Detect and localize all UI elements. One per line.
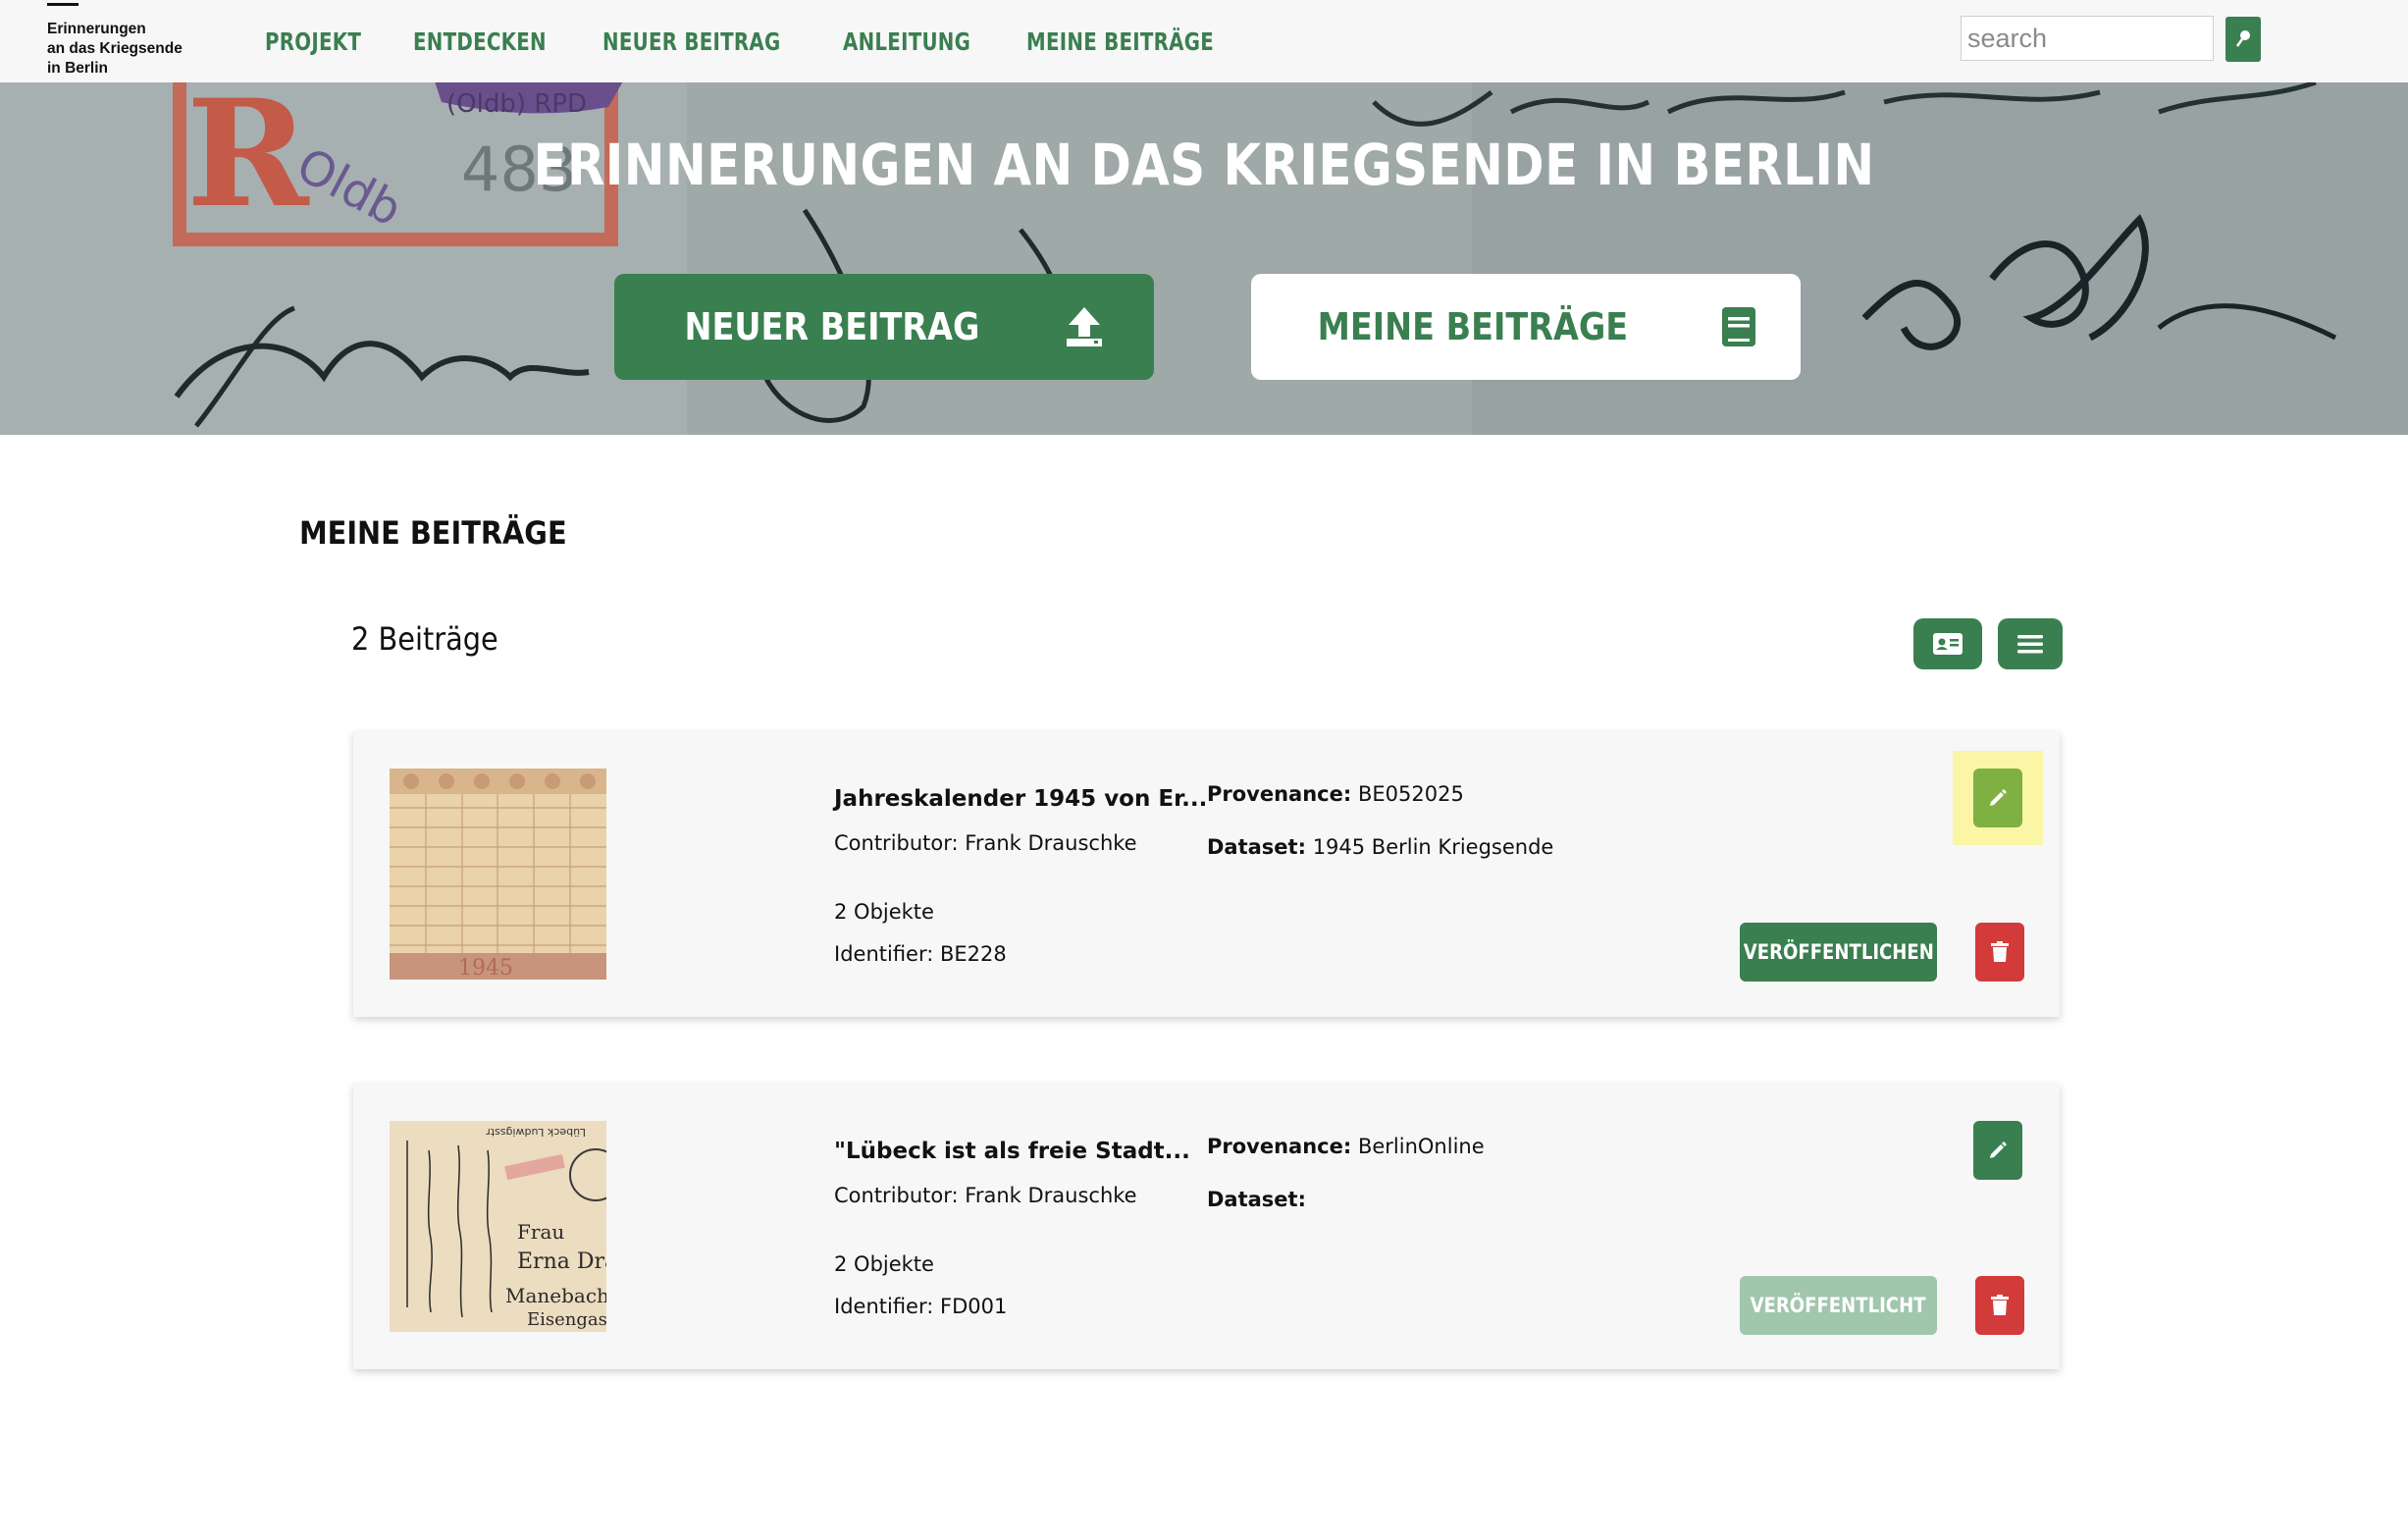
- pencil-icon: [1990, 789, 2007, 806]
- logo-line: an das Kriegsende: [47, 40, 183, 57]
- section-title: MEINE BEITRÄGE: [299, 514, 567, 552]
- nav-item-anleitung[interactable]: ANLEITUNG: [843, 27, 970, 56]
- search-button[interactable]: [2225, 17, 2261, 62]
- contribution-title[interactable]: "Lübeck ist als freie Stadt...: [834, 1139, 1190, 1164]
- delete-button[interactable]: [1975, 1276, 2024, 1335]
- my-contributions-label: MEINE BEITRÄGE: [1317, 305, 1629, 348]
- list-view-button[interactable]: [1998, 618, 2063, 669]
- logo-bar: [47, 3, 79, 6]
- logo-line: Erinnerungen: [47, 21, 146, 37]
- provenance-label: Provenance:: [1207, 782, 1352, 806]
- dataset-label: Dataset:: [1207, 1188, 1306, 1211]
- nav-item-neuer-beitrag[interactable]: NEUER BEITRAG: [602, 27, 781, 56]
- search-input[interactable]: [1961, 16, 2214, 61]
- calendar-image: 1945: [390, 769, 606, 980]
- identifier-label: Identifier:: [834, 942, 934, 966]
- trash-icon: [1991, 1295, 2009, 1315]
- identifier-value: BE228: [940, 942, 1007, 966]
- provenance-label: Provenance:: [1207, 1135, 1352, 1158]
- top-navigation-bar: Erinnerungen an das Kriegsende in Berlin…: [0, 0, 2408, 82]
- svg-text:Frau: Frau: [517, 1220, 564, 1244]
- main-nav: PROJEKT ENTDECKEN NEUER BEITRAG ANLEITUN…: [265, 0, 1278, 82]
- edit-button[interactable]: [1973, 1121, 2022, 1180]
- contributor-line: Contributor: Frank Drauschke: [834, 831, 1137, 855]
- published-status-button[interactable]: VERÖFFENTLICHT: [1740, 1276, 1937, 1335]
- nav-item-entdecken[interactable]: ENTDECKEN: [413, 27, 547, 56]
- pencil-icon: [1990, 1142, 2007, 1158]
- site-logo[interactable]: Erinnerungen an das Kriegsende in Berlin: [47, 0, 204, 82]
- book-icon: [1721, 307, 1755, 346]
- publish-label: VERÖFFENTLICHEN: [1743, 940, 1934, 964]
- delete-button[interactable]: [1975, 923, 2024, 982]
- hero-title: ERINNERUNGEN AN DAS KRIEGSENDE IN BERLIN: [533, 132, 1875, 198]
- card-view-icon: [1933, 633, 1963, 655]
- identifier-line: Identifier: FD001: [834, 1295, 1007, 1318]
- contributor-line: Contributor: Frank Drauschke: [834, 1184, 1137, 1207]
- svg-text:Erna Drau: Erna Drau: [517, 1249, 606, 1274]
- logo-line: in Berlin: [47, 60, 109, 77]
- provenance-line: Provenance: BE052025: [1207, 782, 1464, 806]
- my-contributions-button[interactable]: MEINE BEITRÄGE: [1251, 274, 1801, 380]
- dataset-line: Dataset:: [1207, 1188, 1306, 1211]
- svg-text:Manebach: Manebach: [505, 1284, 606, 1307]
- identifier-line: Identifier: BE228: [834, 942, 1007, 966]
- dataset-label: Dataset:: [1207, 835, 1306, 859]
- identifier-value: FD001: [940, 1295, 1008, 1318]
- magnifier-icon: [2235, 30, 2250, 47]
- upload-icon: [1066, 307, 1102, 346]
- new-contribution-label: NEUER BEITRAG: [684, 305, 980, 348]
- provenance-line: Provenance: BerlinOnline: [1207, 1135, 1485, 1158]
- postcard-image: Frau Erna Drau Manebach Eisengass Lübeck…: [390, 1121, 606, 1332]
- object-count: 2 Objekte: [834, 1252, 934, 1276]
- publish-label: VERÖFFENTLICHT: [1751, 1294, 1926, 1317]
- hero-banner: R (Oldb) RPD 483 Oldb ERINNERUNGEN AN DA…: [0, 82, 2408, 435]
- edit-button[interactable]: [1973, 769, 2022, 827]
- nav-item-meine-beitraege[interactable]: MEINE BEITRÄGE: [1026, 27, 1214, 56]
- contributor-name: Frank Drauschke: [965, 1184, 1137, 1207]
- list-view-icon: [2017, 635, 2043, 654]
- contributor-name: Frank Drauschke: [965, 831, 1137, 855]
- contribution-thumbnail[interactable]: 1945: [390, 769, 606, 980]
- contributor-label: Contributor:: [834, 1184, 959, 1207]
- svg-text:1945: 1945: [458, 956, 513, 980]
- card-view-button[interactable]: [1913, 618, 1982, 669]
- dataset-line: Dataset: 1945 Berlin Kriegsende: [1207, 835, 1553, 859]
- provenance-value: BerlinOnline: [1357, 1135, 1485, 1158]
- trash-icon: [1991, 941, 2009, 962]
- contributor-label: Contributor:: [834, 831, 959, 855]
- contribution-thumbnail[interactable]: Frau Erna Drau Manebach Eisengass Lübeck…: [390, 1121, 606, 1332]
- logo-text: Erinnerungen an das Kriegsende in Berlin: [47, 20, 183, 79]
- publish-button[interactable]: VERÖFFENTLICHEN: [1740, 923, 1937, 982]
- contribution-title[interactable]: Jahreskalender 1945 von Er...: [834, 786, 1207, 812]
- contribution-card: Frau Erna Drau Manebach Eisengass Lübeck…: [353, 1084, 2060, 1369]
- svg-text:Eisengass: Eisengass: [527, 1309, 606, 1330]
- svg-text:Lübeck Ludwigsstr: Lübeck Ludwigsstr: [486, 1126, 586, 1139]
- provenance-value: BE052025: [1357, 782, 1464, 806]
- new-contribution-button[interactable]: NEUER BEITRAG: [614, 274, 1154, 380]
- object-count: 2 Objekte: [834, 900, 934, 924]
- dataset-value: 1945 Berlin Kriegsende: [1312, 835, 1554, 859]
- svg-text:(Oldb) RPD: (Oldb) RPD: [446, 89, 587, 119]
- contribution-card: 1945 Jahreskalender 1945 von Er... Contr…: [353, 731, 2060, 1017]
- nav-item-projekt[interactable]: PROJEKT: [265, 27, 361, 56]
- contribution-count: 2 Beiträge: [351, 620, 498, 658]
- identifier-label: Identifier:: [834, 1295, 934, 1318]
